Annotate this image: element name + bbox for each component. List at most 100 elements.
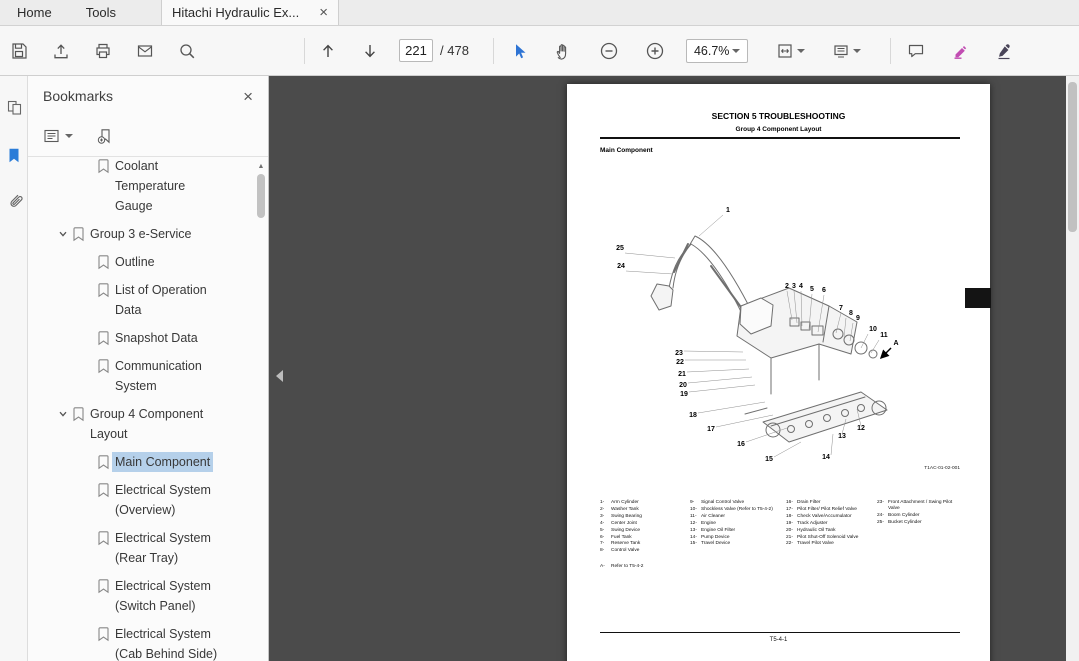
bookmark-item[interactable]: Electrical System (Switch Panel)	[28, 572, 268, 620]
page-count: / 478	[440, 43, 469, 58]
tab-tools-label: Tools	[86, 5, 116, 20]
panel-collapse-handle[interactable]	[276, 370, 283, 382]
bookmark-icon	[72, 226, 85, 242]
search-button[interactable]	[170, 34, 204, 68]
bookmark-item[interactable]: Outline	[28, 248, 268, 276]
bookmark-label: Snapshot Data	[115, 328, 198, 348]
navigation-rail	[0, 76, 28, 661]
document-scrollbar[interactable]	[1066, 76, 1079, 661]
chevron-down-icon	[732, 49, 740, 53]
email-button[interactable]	[128, 34, 162, 68]
bookmark-icon	[97, 358, 110, 374]
share-icon	[52, 42, 70, 60]
legend-column: 16-Drain Filter17-Pilot Filter/ Pilot Re…	[786, 500, 877, 571]
previous-page-button[interactable]	[311, 34, 345, 68]
comment-icon	[907, 42, 925, 60]
chevron-down-icon	[797, 49, 805, 53]
comment-button[interactable]	[899, 34, 933, 68]
panel-title: Bookmarks	[43, 88, 113, 104]
bookmark-item[interactable]: Group 3 e-Service	[28, 220, 268, 248]
document-viewer: SECTION 5 TROUBLESHOOTING Group 4 Compon…	[269, 76, 1079, 661]
zoom-out-button[interactable]	[592, 34, 626, 68]
zoom-level-value: 46.7%	[694, 44, 729, 58]
svg-text:18: 18	[689, 412, 697, 419]
bookmark-item[interactable]: Coolant Temperature Gauge	[28, 158, 268, 220]
toolbar-separator	[304, 38, 305, 64]
email-icon	[136, 42, 154, 60]
close-panel-icon[interactable]: ×	[243, 88, 253, 105]
svg-text:8: 8	[849, 310, 853, 317]
page-thumbnails-icon	[6, 99, 23, 116]
svg-text:14: 14	[822, 454, 830, 461]
highlight-icon	[951, 42, 969, 60]
chevron-down-icon	[853, 49, 861, 53]
highlight-button[interactable]	[943, 34, 977, 68]
page-display-button[interactable]	[824, 34, 870, 68]
scroll-up-icon[interactable]: ▲	[255, 162, 267, 172]
select-tool-icon	[510, 42, 528, 60]
svg-text:A: A	[893, 340, 898, 347]
expand-current-bookmark-button[interactable]	[97, 128, 114, 145]
bookmark-item[interactable]: Electrical System (Rear Tray)	[28, 524, 268, 572]
search-icon	[178, 42, 196, 60]
bookmark-item[interactable]: Electrical System (Overview)	[28, 476, 268, 524]
options-menu-button[interactable]	[43, 128, 73, 144]
bookmark-label: Electrical System (Cab Behind Side)	[115, 624, 233, 661]
tab-document[interactable]: Hitachi Hydraulic Ex... ×	[161, 0, 339, 25]
fit-width-icon	[776, 42, 794, 60]
legend-column: 1-Arm Cylinder2-Washer Tank3-Swing Beari…	[600, 500, 690, 571]
tab-bar: Home Tools Hitachi Hydraulic Ex... ×	[0, 0, 1079, 26]
figure-reference: T1AC-01-02-001	[924, 466, 960, 471]
page-display-icon	[832, 42, 850, 60]
tab-tools[interactable]: Tools	[69, 0, 133, 25]
excavator-drawing	[651, 236, 887, 442]
page-number-input[interactable]	[399, 39, 433, 62]
header-rule	[600, 137, 960, 139]
fit-width-button[interactable]	[768, 34, 814, 68]
page-thumbnails-button[interactable]	[0, 92, 28, 122]
page-highlight-marker	[965, 288, 991, 308]
attachments-button[interactable]	[0, 185, 28, 215]
zoom-in-button[interactable]	[638, 34, 672, 68]
panel-scrollbar[interactable]: ▲	[255, 162, 267, 659]
next-page-button[interactable]	[353, 34, 387, 68]
document-scrollbar-thumb[interactable]	[1068, 82, 1077, 232]
chevron-down-icon[interactable]	[56, 224, 70, 244]
legend-column: 23-Front Attachment / Swing Pilot Valve2…	[877, 500, 966, 571]
bookmark-icon	[97, 626, 110, 642]
bookmark-item[interactable]: Group 4 Component Layout	[28, 400, 268, 448]
zoom-level-select[interactable]: 46.7%	[686, 39, 748, 63]
bookmark-item[interactable]: List of Operation Data	[28, 276, 268, 324]
share-button[interactable]	[44, 34, 78, 68]
bookmark-label: Electrical System (Overview)	[115, 480, 233, 520]
bookmark-item[interactable]: Communication System	[28, 352, 268, 400]
attachments-icon	[6, 192, 23, 209]
bookmark-icon	[97, 530, 110, 546]
select-tool-button[interactable]	[502, 34, 536, 68]
fill-sign-button[interactable]	[987, 34, 1021, 68]
excavator-diagram: 12524234567891011A2322212019181716151413…	[595, 202, 917, 474]
bookmark-icon	[97, 454, 110, 470]
expand-bookmark-icon	[97, 128, 114, 145]
bookmark-item[interactable]: Snapshot Data	[28, 324, 268, 352]
tab-home[interactable]: Home	[0, 0, 69, 25]
svg-text:22: 22	[676, 359, 684, 366]
bookmark-label: Electrical System (Rear Tray)	[115, 528, 233, 568]
svg-text:10: 10	[869, 326, 877, 333]
component-legend: 1-Arm Cylinder2-Washer Tank3-Swing Beari…	[600, 500, 966, 571]
print-button[interactable]	[86, 34, 120, 68]
save-button[interactable]	[2, 34, 36, 68]
svg-text:6: 6	[822, 287, 826, 294]
close-tab-icon[interactable]: ×	[319, 5, 328, 20]
bookmarks-tree: Coolant Temperature GaugeGroup 3 e-Servi…	[28, 158, 268, 661]
tab-home-label: Home	[17, 5, 52, 20]
svg-text:25: 25	[616, 245, 624, 252]
panel-scrollbar-thumb[interactable]	[257, 174, 265, 218]
bookmark-item[interactable]: Electrical System (Cab Behind Side)	[28, 620, 268, 661]
chevron-down-icon[interactable]	[56, 404, 70, 424]
hand-tool-button[interactable]	[546, 34, 580, 68]
bookmarks-panel-button[interactable]	[0, 140, 28, 170]
bookmark-item[interactable]: Main Component	[28, 448, 268, 476]
zoom-in-icon	[645, 41, 665, 61]
bookmark-icon	[97, 282, 110, 298]
